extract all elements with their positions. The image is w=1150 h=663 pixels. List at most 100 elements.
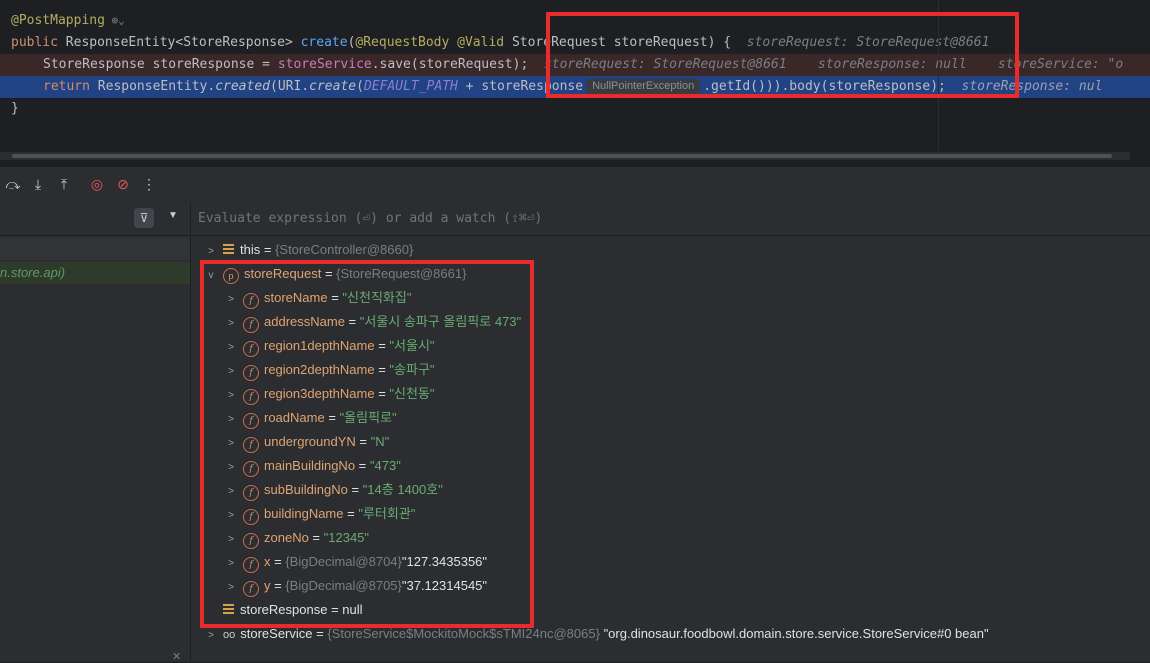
- field-value: "14층 1400호": [362, 482, 443, 497]
- variable-row-field[interactable]: > f undergroundYN = "N": [225, 430, 389, 454]
- frame-item-selected[interactable]: n.store.api): [0, 262, 190, 284]
- field-icon: f: [243, 341, 259, 357]
- variable-row-field[interactable]: > f buildingName = "루터회관": [225, 502, 415, 526]
- inline-value-hint: storeRequest: StoreRequest@8661: [746, 35, 990, 50]
- frames-panel: ⊽ ▼ n.store.api) ✕: [0, 202, 191, 663]
- field-name: zoneNo: [264, 530, 309, 545]
- field-name: mainBuildingNo: [264, 458, 356, 473]
- chevron-right-icon[interactable]: >: [225, 456, 237, 480]
- chevron-right-icon[interactable]: >: [225, 552, 237, 576]
- variable-row-field[interactable]: > f zoneNo = "12345": [225, 526, 369, 550]
- chevron-right-icon[interactable]: >: [225, 336, 237, 360]
- field-icon: f: [243, 509, 259, 525]
- code-editor[interactable]: @PostMapping ⊕⌄ public ResponseEntity<St…: [0, 0, 1150, 152]
- mute-breakpoints-icon[interactable]: ⊘: [114, 175, 132, 193]
- frame-item[interactable]: [0, 238, 190, 260]
- variable-row-field[interactable]: > f region3depthName = "신천동": [225, 382, 435, 406]
- field-icon: f: [243, 293, 259, 309]
- inline-value-hint: storeRequest: StoreRequest@8661: [543, 57, 787, 72]
- variables-panel: Evaluate expression (⏎) or add a watch (…: [191, 202, 1150, 662]
- chevron-right-icon[interactable]: >: [205, 624, 217, 648]
- evaluate-placeholder: Evaluate expression (⏎) or add a watch (…: [198, 211, 543, 226]
- variable-icon: [223, 604, 234, 614]
- evaluate-expression-field[interactable]: Evaluate expression (⏎) or add a watch (…: [191, 202, 1150, 236]
- watch-glasses-icon: oo: [223, 629, 236, 641]
- variable-row-field[interactable]: > f storeName = "신천직화집": [225, 286, 411, 310]
- chevron-right-icon[interactable]: >: [225, 504, 237, 528]
- equals-sign: =: [374, 362, 390, 377]
- field-name: roadName: [264, 410, 325, 425]
- debug-toolbar: ⤼ ⤓ ⤒ ◎ ⊘ ⋮: [0, 166, 1150, 203]
- step-out-icon[interactable]: ⤒: [55, 175, 73, 193]
- code-line-save: StoreResponse storeResponse = storeServi…: [0, 54, 1150, 76]
- chevron-down-icon[interactable]: ▼: [168, 210, 178, 221]
- editor-horizontal-scrollbar[interactable]: [0, 152, 1130, 160]
- field-value: "신천동": [389, 386, 435, 401]
- variable-row-store-service[interactable]: > oo storeService = {StoreService$MockitoM…: [205, 622, 989, 646]
- field-icon: f: [243, 413, 259, 429]
- field-name: subBuildingNo: [264, 482, 348, 497]
- variable-row-field[interactable]: > f roadName = "올림픽로": [225, 406, 397, 430]
- more-icon[interactable]: ⋮: [140, 175, 158, 193]
- frames-header: ⊽ ▼: [0, 202, 190, 236]
- field-icon: f: [243, 365, 259, 381]
- chevron-right-icon[interactable]: >: [225, 576, 237, 600]
- field-value: "12345": [323, 530, 370, 545]
- variable-row-store-response[interactable]: storeResponse = null: [223, 598, 363, 622]
- chevron-right-icon[interactable]: >: [205, 240, 217, 264]
- inline-value-hint: storeResponse: null: [817, 57, 967, 72]
- equals-sign: =: [374, 386, 390, 401]
- step-into-icon[interactable]: ⤓: [29, 175, 47, 193]
- scrollbar-thumb[interactable]: [12, 154, 1112, 158]
- field-value: "신천직화집": [342, 290, 412, 305]
- equals-sign: =: [343, 506, 359, 521]
- chevron-down-icon[interactable]: v: [205, 264, 217, 288]
- filter-icon[interactable]: ⊽: [134, 208, 154, 228]
- variable-row-x[interactable]: > f x = {BigDecimal@8704}"127.3435356": [225, 550, 487, 574]
- chevron-right-icon[interactable]: >: [225, 312, 237, 336]
- field-value: "서울시 송파구 올림픽로 473": [359, 314, 522, 329]
- chevron-right-icon[interactable]: >: [225, 408, 237, 432]
- variable-row-field[interactable]: > f region1depthName = "서울시": [225, 334, 435, 358]
- chevron-right-icon[interactable]: >: [225, 432, 237, 456]
- field-icon: f: [243, 389, 259, 405]
- chevron-right-icon[interactable]: >: [225, 480, 237, 504]
- close-icon[interactable]: ✕: [172, 650, 181, 663]
- field-name: storeName: [264, 290, 328, 305]
- field-value: "올림픽로": [339, 410, 397, 425]
- field-icon: f: [243, 461, 259, 477]
- equals-sign: =: [374, 338, 390, 353]
- code-line-annotation: @PostMapping ⊕⌄: [11, 13, 125, 28]
- variable-row-field[interactable]: > f addressName = "서울시 송파구 올림픽로 473": [225, 310, 521, 334]
- field-icon: f: [243, 437, 259, 453]
- chevron-right-icon[interactable]: >: [225, 360, 237, 384]
- field-icon: f: [243, 533, 259, 549]
- right-margin-guide: [938, 0, 939, 150]
- variable-icon: [223, 244, 234, 254]
- field-icon: f: [243, 317, 259, 333]
- variable-row-field[interactable]: > f region2depthName = "송파구": [225, 358, 435, 382]
- equals-sign: =: [308, 530, 324, 545]
- chevron-right-icon[interactable]: >: [225, 384, 237, 408]
- equals-sign: =: [355, 434, 371, 449]
- view-breakpoints-icon[interactable]: ◎: [88, 175, 106, 193]
- equals-sign: =: [344, 314, 360, 329]
- field-name: region3depthName: [264, 386, 375, 401]
- chevron-right-icon[interactable]: >: [225, 528, 237, 552]
- exception-badge: NullPointerException: [586, 79, 701, 94]
- chevron-right-icon[interactable]: >: [225, 288, 237, 312]
- field-name: region2depthName: [264, 362, 375, 377]
- variable-row-store-request[interactable]: v p storeRequest = {StoreRequest@8661}: [205, 262, 466, 286]
- equals-sign: =: [327, 290, 343, 305]
- field-name: region1depthName: [264, 338, 375, 353]
- field-value: "473": [369, 458, 401, 473]
- variable-row-y[interactable]: > f y = {BigDecimal@8705}"37.12314545": [225, 574, 487, 598]
- code-line-signature: public ResponseEntity<StoreResponse> cre…: [11, 35, 990, 50]
- variable-row-field[interactable]: > f mainBuildingNo = "473": [225, 454, 401, 478]
- parameter-icon: p: [223, 268, 239, 284]
- field-icon: f: [243, 581, 259, 597]
- field-name: undergroundYN: [264, 434, 356, 449]
- variable-row-this[interactable]: > this = {StoreController@8660}: [205, 238, 413, 262]
- step-over-icon[interactable]: ⤼: [4, 175, 22, 193]
- variable-row-field[interactable]: > f subBuildingNo = "14층 1400호": [225, 478, 443, 502]
